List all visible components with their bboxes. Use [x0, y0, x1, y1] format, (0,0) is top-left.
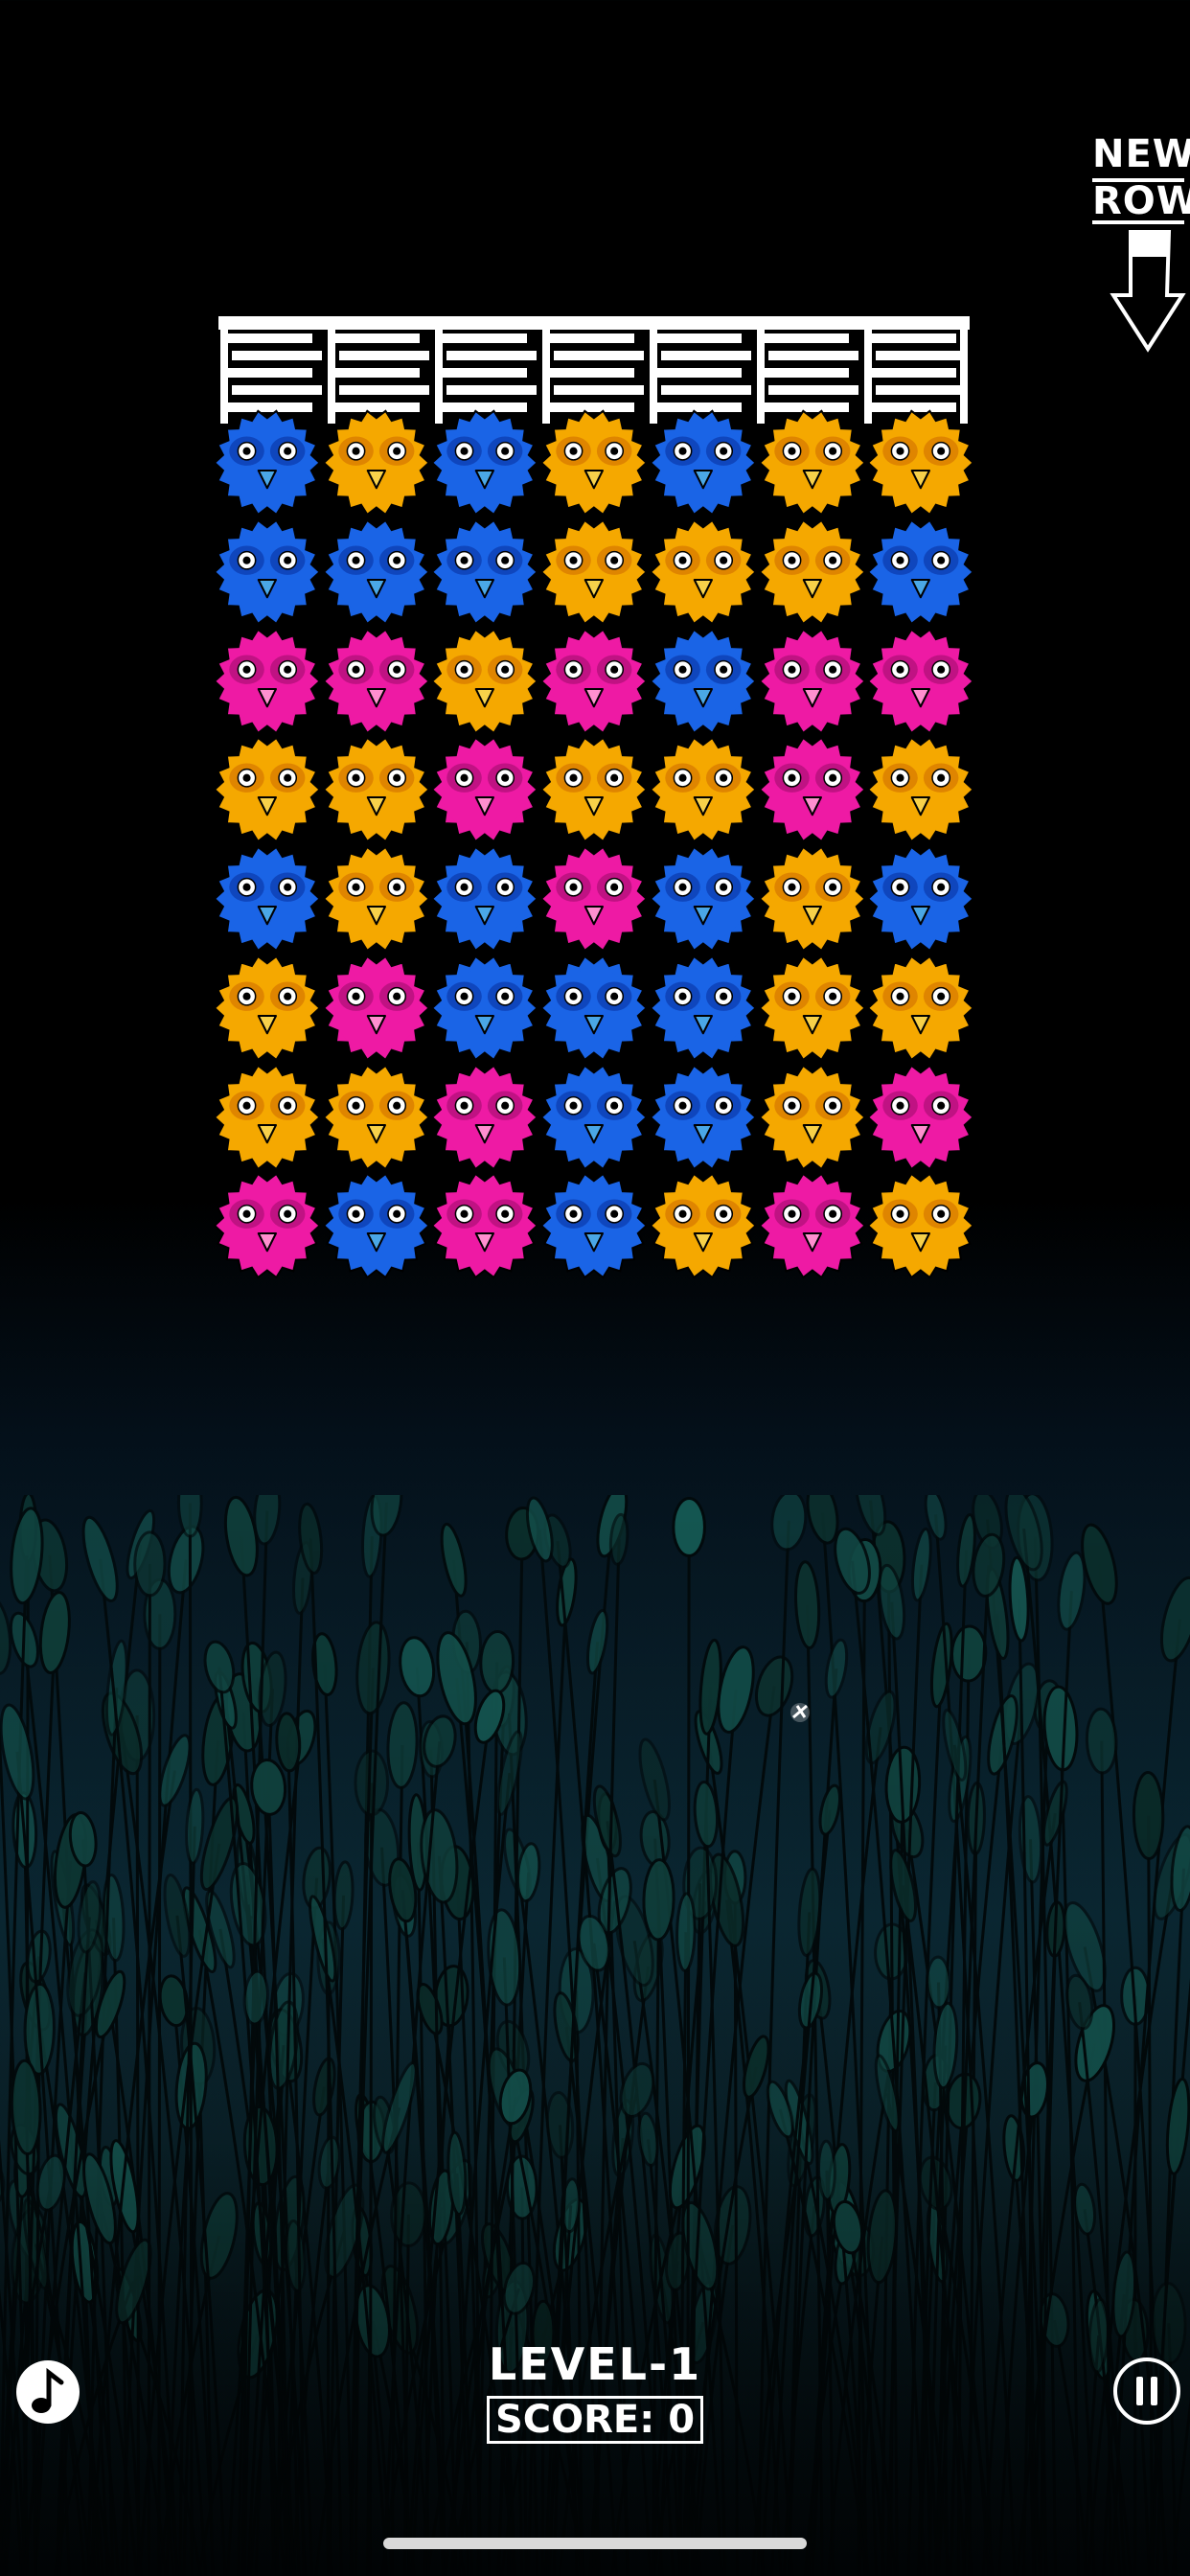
owl-pink[interactable] — [865, 625, 976, 736]
owl-yellow[interactable] — [757, 516, 868, 627]
owl-blue[interactable] — [429, 516, 540, 627]
firefly-sprite — [790, 1703, 810, 1722]
owl-pink[interactable] — [865, 1061, 976, 1172]
owl-blue[interactable] — [648, 1061, 759, 1172]
owl-yellow[interactable] — [865, 1169, 976, 1280]
owl-blue[interactable] — [429, 406, 540, 518]
owl-yellow[interactable] — [757, 406, 868, 518]
owl-blue[interactable] — [321, 1169, 432, 1280]
owl-yellow[interactable] — [321, 406, 432, 518]
owl-blue[interactable] — [648, 952, 759, 1063]
owl-yellow[interactable] — [212, 733, 323, 844]
game-board[interactable] — [213, 407, 975, 1279]
new-row-label-row: ROW — [1092, 178, 1190, 224]
owl-pink[interactable] — [429, 1061, 540, 1172]
owl-blue[interactable] — [321, 516, 432, 627]
owl-blue[interactable] — [865, 842, 976, 954]
owl-yellow[interactable] — [648, 1169, 759, 1280]
owl-pink[interactable] — [212, 625, 323, 736]
owl-blue[interactable] — [212, 516, 323, 627]
owl-pink[interactable] — [321, 625, 432, 736]
owl-blue[interactable] — [429, 952, 540, 1063]
owl-pink[interactable] — [212, 1169, 323, 1280]
owl-yellow[interactable] — [538, 406, 650, 518]
level-label: LEVEL-1 — [488, 2338, 702, 2390]
owl-yellow[interactable] — [429, 625, 540, 736]
owl-pink[interactable] — [757, 1169, 868, 1280]
owl-yellow[interactable] — [757, 842, 868, 954]
owl-yellow[interactable] — [865, 952, 976, 1063]
arrow-down-icon — [1110, 230, 1186, 353]
owl-pink[interactable] — [757, 733, 868, 844]
owl-pink[interactable] — [757, 625, 868, 736]
owl-yellow[interactable] — [648, 733, 759, 844]
owl-yellow[interactable] — [865, 733, 976, 844]
owl-yellow[interactable] — [212, 1061, 323, 1172]
hud: LEVEL-1 SCORE: 0 — [0, 2338, 1190, 2444]
owl-pink[interactable] — [538, 842, 650, 954]
owl-blue[interactable] — [538, 1061, 650, 1172]
home-indicator — [383, 2538, 807, 2549]
owl-blue[interactable] — [648, 842, 759, 954]
owl-yellow[interactable] — [757, 1061, 868, 1172]
new-row-label-new: NEW — [1092, 132, 1190, 176]
owl-blue[interactable] — [538, 1169, 650, 1280]
score-label: SCORE: — [494, 2398, 655, 2442]
owl-blue[interactable] — [538, 952, 650, 1063]
owl-pink[interactable] — [321, 952, 432, 1063]
new-row-button[interactable]: NEW ROW — [1092, 132, 1190, 362]
owl-yellow[interactable] — [212, 952, 323, 1063]
owl-pink[interactable] — [429, 1169, 540, 1280]
owl-blue[interactable] — [648, 625, 759, 736]
owl-yellow[interactable] — [865, 406, 976, 518]
owl-yellow[interactable] — [321, 733, 432, 844]
owl-yellow[interactable] — [648, 516, 759, 627]
owl-blue[interactable] — [212, 406, 323, 518]
owl-blue[interactable] — [648, 406, 759, 518]
score-value: 0 — [668, 2398, 696, 2442]
owl-blue[interactable] — [865, 516, 976, 627]
owl-yellow[interactable] — [321, 842, 432, 954]
owl-blue[interactable] — [429, 842, 540, 954]
owl-yellow[interactable] — [321, 1061, 432, 1172]
owl-blue[interactable] — [212, 842, 323, 954]
owl-yellow[interactable] — [538, 516, 650, 627]
owl-pink[interactable] — [429, 733, 540, 844]
owl-pink[interactable] — [538, 625, 650, 736]
score-display: SCORE: 0 — [486, 2396, 704, 2444]
owl-yellow[interactable] — [538, 733, 650, 844]
owl-yellow[interactable] — [757, 952, 868, 1063]
